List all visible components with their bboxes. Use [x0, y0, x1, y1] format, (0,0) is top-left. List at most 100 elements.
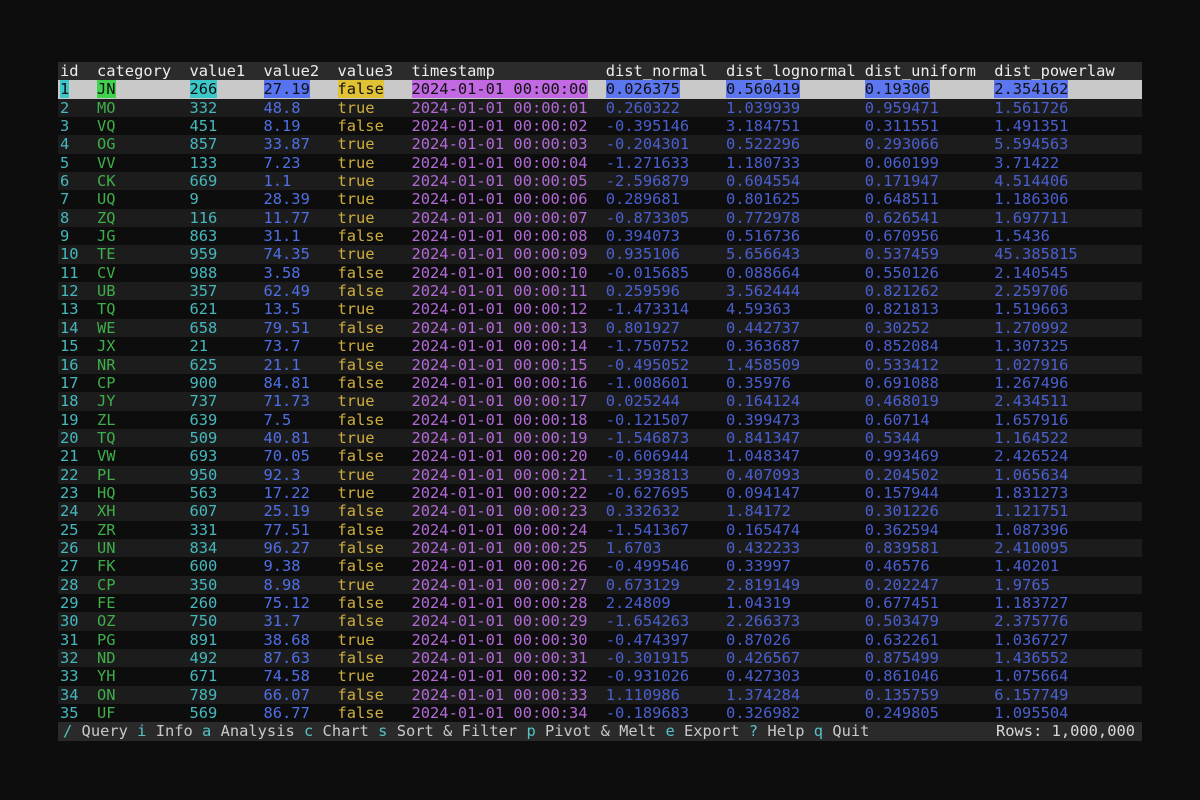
cell-value-value3: false — [338, 649, 384, 667]
cell-value-dist_lognormal: 3.562444 — [726, 282, 800, 300]
cell-value-dist_lognormal: 0.094147 — [726, 484, 800, 502]
table-row[interactable]: 21VW69370.05false2024-01-01 00:00:20-0.6… — [58, 447, 1142, 465]
table-row[interactable]: 23HQ56317.22true2024-01-01 00:00:22-0.62… — [58, 484, 1142, 502]
shortcut-analysis[interactable]: a Analysis — [202, 722, 304, 740]
table-row[interactable]: 29FE26075.12false2024-01-01 00:00:282.24… — [58, 594, 1142, 612]
column-header-dist_powerlaw: dist_powerlaw — [992, 62, 1142, 80]
shortcut-info[interactable]: i Info — [137, 722, 202, 740]
cell-value3: true — [336, 631, 410, 649]
cell-category: TQ — [95, 300, 188, 318]
table-body: 1JN26627.19false2024-01-01 00:00:000.026… — [58, 80, 1142, 722]
cell-dist_normal: 1.6703 — [604, 539, 724, 557]
table-row[interactable]: 17CP90084.81false2024-01-01 00:00:16-1.0… — [58, 374, 1142, 392]
cell-id: 16 — [58, 356, 95, 374]
cell-value3: false — [336, 557, 410, 575]
table-row[interactable]: 27FK6009.38false2024-01-01 00:00:26-0.49… — [58, 557, 1142, 575]
cell-value1: 350 — [188, 576, 262, 594]
data-table-app: idcategoryvalue1value2value3timestampdis… — [58, 62, 1142, 741]
table-row[interactable]: 16NR62521.1false2024-01-01 00:00:15-0.49… — [58, 356, 1142, 374]
table-row-selected[interactable]: 1JN26627.19false2024-01-01 00:00:000.026… — [58, 80, 1142, 98]
shortcut-help[interactable]: ? Help — [749, 722, 814, 740]
cell-dist_lognormal: 0.427303 — [724, 667, 863, 685]
cell-id: 15 — [58, 337, 95, 355]
table-row[interactable]: 18JY73771.73true2024-01-01 00:00:170.025… — [58, 392, 1142, 410]
table-row[interactable]: 28CP3508.98true2024-01-01 00:00:270.6731… — [58, 576, 1142, 594]
cell-value3: false — [336, 227, 410, 245]
cell-dist_powerlaw: 1.40201 — [992, 557, 1142, 575]
cell-dist_lognormal: 1.04319 — [724, 594, 863, 612]
table-row[interactable]: 5VV1337.23true2024-01-01 00:00:04-1.2716… — [58, 154, 1142, 172]
cell-value-value1: 331 — [190, 521, 218, 539]
table-row[interactable]: 6CK6691.1true2024-01-01 00:00:05-2.59687… — [58, 172, 1142, 190]
table-row[interactable]: 26UN83496.27false2024-01-01 00:00:251.67… — [58, 539, 1142, 557]
table-row[interactable]: 10TE95974.35true2024-01-01 00:00:090.935… — [58, 245, 1142, 263]
shortcut-chart[interactable]: c Chart — [304, 722, 378, 740]
table-row[interactable]: 20TQ50940.81true2024-01-01 00:00:19-1.54… — [58, 429, 1142, 447]
cell-value-id: 9 — [60, 227, 69, 245]
cell-value2: 3.58 — [262, 264, 336, 282]
cell-value1: 959 — [188, 245, 262, 263]
cell-value-value2: 48.8 — [264, 99, 301, 117]
cell-value-dist_lognormal: 0.560419 — [726, 80, 800, 98]
cell-value-value2: 77.51 — [264, 521, 310, 539]
cell-value-id: 14 — [60, 319, 79, 337]
table-row[interactable]: 24XH60725.19false2024-01-01 00:00:230.33… — [58, 502, 1142, 520]
table-row[interactable]: 13TQ62113.5true2024-01-01 00:00:12-1.473… — [58, 300, 1142, 318]
cell-dist_normal: -1.546873 — [604, 429, 724, 447]
cell-value-dist_normal: 0.260322 — [606, 99, 680, 117]
table-row[interactable]: 25ZR33177.51false2024-01-01 00:00:24-1.5… — [58, 521, 1142, 539]
cell-timestamp: 2024-01-01 00:00:08 — [410, 227, 604, 245]
shortcut-query[interactable]: / Query — [63, 722, 137, 740]
table-row[interactable]: 12UB35762.49false2024-01-01 00:00:110.25… — [58, 282, 1142, 300]
cell-value-dist_uniform: 0.691088 — [865, 374, 939, 392]
cell-value-dist_uniform: 0.537459 — [865, 245, 939, 263]
cell-value-id: 20 — [60, 429, 79, 447]
table-row[interactable]: 9JG86331.1false2024-01-01 00:00:080.3940… — [58, 227, 1142, 245]
cell-value-category: ZQ — [97, 209, 116, 227]
cell-dist_lognormal: 1.374284 — [724, 686, 863, 704]
cell-value-value1: 357 — [190, 282, 218, 300]
table-row[interactable]: 19ZL6397.5false2024-01-01 00:00:18-0.121… — [58, 411, 1142, 429]
cell-timestamp: 2024-01-01 00:00:03 — [410, 135, 604, 153]
cell-value3: true — [336, 245, 410, 263]
shortcut-key: c — [304, 722, 313, 740]
table-row[interactable]: 3VQ4518.19false2024-01-01 00:00:02-0.395… — [58, 117, 1142, 135]
table-row[interactable]: 2MO33248.8true2024-01-01 00:00:010.26032… — [58, 99, 1142, 117]
cell-dist_normal: -0.474397 — [604, 631, 724, 649]
table-row[interactable]: 7UQ928.39true2024-01-01 00:00:060.289681… — [58, 190, 1142, 208]
cell-timestamp: 2024-01-01 00:00:26 — [410, 557, 604, 575]
cell-dist_normal: -1.541367 — [604, 521, 724, 539]
cell-dist_lognormal: 1.458509 — [724, 356, 863, 374]
cell-value-dist_uniform: 0.468019 — [865, 392, 939, 410]
cell-value-dist_powerlaw: 2.434511 — [994, 392, 1068, 410]
table-row[interactable]: 22PL95092.3true2024-01-01 00:00:21-1.393… — [58, 466, 1142, 484]
table-row[interactable]: 14WE65879.51false2024-01-01 00:00:130.80… — [58, 319, 1142, 337]
table-header-row: idcategoryvalue1value2value3timestampdis… — [58, 62, 1142, 80]
table-row[interactable]: 34ON78966.07false2024-01-01 00:00:331.11… — [58, 686, 1142, 704]
cell-value-dist_normal: -0.873305 — [606, 209, 689, 227]
table-row[interactable]: 31PG89138.68true2024-01-01 00:00:30-0.47… — [58, 631, 1142, 649]
cell-value-dist_uniform: 0.852084 — [865, 337, 939, 355]
shortcut-pivot-melt[interactable]: p Pivot & Melt — [526, 722, 665, 740]
shortcut-export[interactable]: e Export — [665, 722, 748, 740]
table-row[interactable]: 11CV9883.58false2024-01-01 00:00:10-0.01… — [58, 264, 1142, 282]
table-row[interactable]: 33YH67174.58true2024-01-01 00:00:32-0.93… — [58, 667, 1142, 685]
cell-dist_powerlaw: 1.027916 — [992, 356, 1142, 374]
cell-value3: true — [336, 300, 410, 318]
cell-dist_powerlaw: 4.514406 — [992, 172, 1142, 190]
table-row[interactable]: 4OG85733.87true2024-01-01 00:00:03-0.204… — [58, 135, 1142, 153]
table-row[interactable]: 30OZ75031.7false2024-01-01 00:00:29-1.65… — [58, 612, 1142, 630]
cell-value-value2: 79.51 — [264, 319, 310, 337]
cell-dist_powerlaw: 1.065634 — [992, 466, 1142, 484]
cell-timestamp: 2024-01-01 00:00:10 — [410, 264, 604, 282]
cell-category: HQ — [95, 484, 188, 502]
table-row[interactable]: 35UF56986.77false2024-01-01 00:00:34-0.1… — [58, 704, 1142, 722]
shortcut-sort-filter[interactable]: s Sort & Filter — [378, 722, 526, 740]
cell-value-dist_normal: -1.393813 — [606, 466, 689, 484]
table-row[interactable]: 8ZQ11611.77true2024-01-01 00:00:07-0.873… — [58, 209, 1142, 227]
table-row[interactable]: 32ND49287.63false2024-01-01 00:00:31-0.3… — [58, 649, 1142, 667]
shortcut-key: ? — [749, 722, 758, 740]
table-row[interactable]: 15JX2173.7true2024-01-01 00:00:14-1.7507… — [58, 337, 1142, 355]
shortcut-quit[interactable]: q Quit — [814, 722, 879, 740]
cell-value-id: 12 — [60, 282, 79, 300]
